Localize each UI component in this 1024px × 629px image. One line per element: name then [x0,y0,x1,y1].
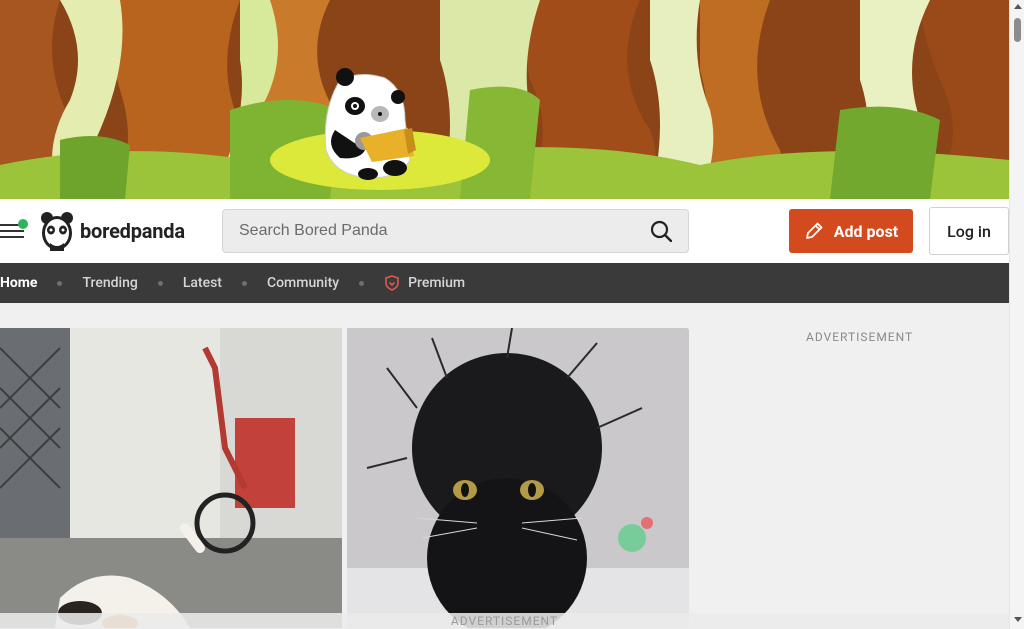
nav-item-label: Premium [408,275,466,291]
nav-item-label: Home [0,275,38,291]
sidebar-advertisement-label: ADVERTISEMENT [806,330,914,344]
nav-item-latest[interactable]: Latest [183,275,222,291]
scroll-up-arrow-icon[interactable] [1014,4,1022,9]
page: boredpanda Add post Log in Home Trending… [0,0,1024,629]
bottom-advertisement-bar: ADVERTISEMENT [0,613,1009,629]
search-input[interactable] [239,210,639,252]
panda-logo-icon [41,212,73,251]
scroll-down-arrow-icon[interactable] [1014,617,1022,622]
nav-item-home[interactable]: Home [0,275,37,291]
search-icon[interactable] [650,220,672,242]
header-banner-illustration [0,0,1009,199]
login-label: Log in [947,221,991,241]
scrollbar-thumb[interactable] [1014,18,1021,42]
post-image-cat-with-bicycle[interactable] [0,328,342,628]
page-scrollbar[interactable] [1009,0,1024,629]
nav-item-premium[interactable]: Premium [384,275,465,291]
post-image-fluffy-black-kitten[interactable] [347,328,689,628]
nav-item-label: Trending [82,275,138,291]
post-image-fluffy-black-kitten-art [347,328,689,628]
nav-separator [359,280,365,286]
premium-shield-icon [385,275,399,291]
add-post-label: Add post [833,221,899,241]
search-box[interactable] [222,209,689,253]
nav-item-community[interactable]: Community [267,275,339,291]
main-nav: Home Trending Latest Community Premium [0,263,1009,303]
nav-item-label: Latest [182,275,222,291]
hamburger-icon-line [0,230,24,232]
hamburger-menu-button[interactable] [0,219,28,240]
login-button[interactable]: Log in [929,207,1009,255]
site-logo[interactable]: boredpanda [40,210,185,252]
nav-separator [241,280,247,286]
add-post-button[interactable]: Add post [789,209,913,253]
nav-separator [57,280,63,286]
bottom-advertisement-label: ADVERTISEMENT [450,614,559,628]
online-status-dot [18,219,28,229]
nav-separator [157,280,163,286]
nav-item-trending[interactable]: Trending [82,275,137,291]
nav-item-label: Community [266,275,340,291]
hamburger-icon-line [0,236,24,238]
pencil-icon [805,222,823,239]
logo-text: boredpanda [80,219,185,243]
post-image-cat-with-bicycle-art [0,328,342,628]
